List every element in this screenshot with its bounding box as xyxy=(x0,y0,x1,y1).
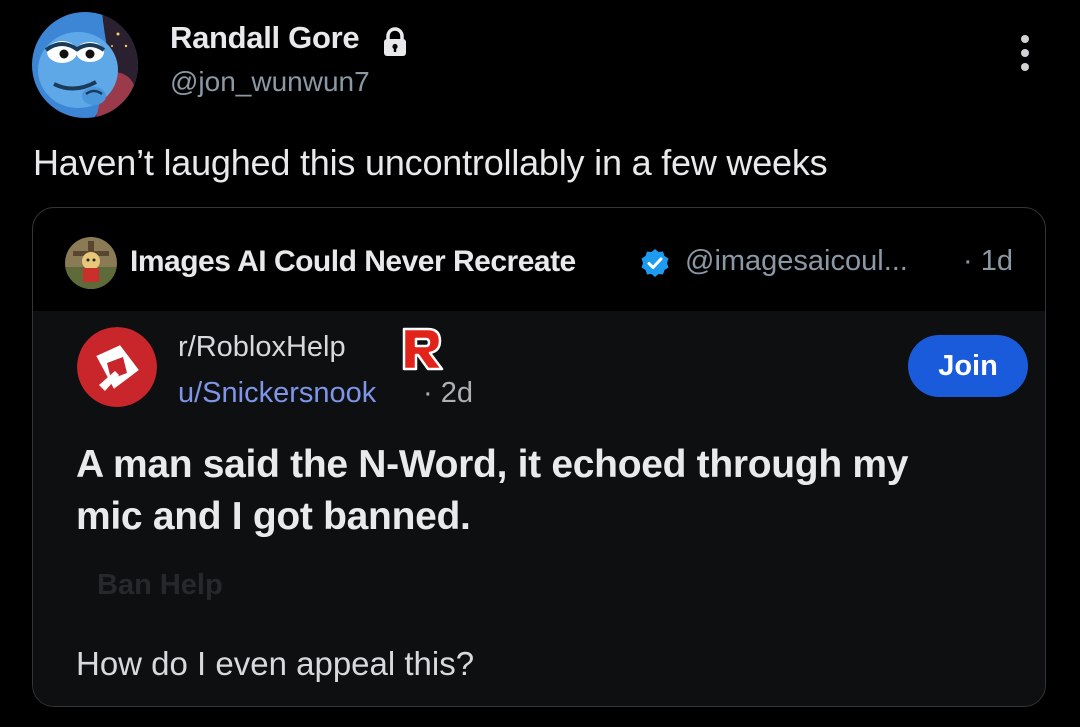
reddit-username: u/Snickersnook xyxy=(178,377,377,409)
post-flair: Ban Help xyxy=(97,569,223,601)
quote-author-handle[interactable]: @imagesaicoul... xyxy=(685,245,908,278)
author-handle[interactable]: @jon_wunwun7 xyxy=(170,66,370,98)
verified-badge-icon xyxy=(641,249,669,277)
more-vertical-icon[interactable] xyxy=(1010,32,1040,74)
reddit-post-time: · 2d xyxy=(423,377,473,409)
author-avatar[interactable] xyxy=(32,12,138,118)
reddit-post-title: A man said the N-Word, it echoed through… xyxy=(76,443,909,538)
subreddit-name: r/RobloxHelp xyxy=(178,331,346,363)
tweet-text: Haven’t laughed this uncontrollably in a… xyxy=(33,142,828,183)
author-display-name[interactable]: Randall Gore xyxy=(170,20,360,56)
join-button: Join xyxy=(908,335,1028,397)
reddit-post-screenshot: r/RobloxHelp u/Snickersnook · 2d Join A … xyxy=(33,311,1045,706)
quote-timestamp[interactable]: · 1d xyxy=(963,245,1013,278)
subreddit-icon xyxy=(77,327,157,407)
lock-icon xyxy=(384,27,406,56)
quote-author-name[interactable]: Images AI Could Never Recreate xyxy=(130,245,576,279)
reddit-post-body: How do I even appeal this? xyxy=(76,645,475,682)
roblox-logo-icon xyxy=(402,327,444,371)
quote-author-avatar[interactable] xyxy=(65,237,117,289)
quoted-tweet-card[interactable]: Images AI Could Never Recreate @imagesai… xyxy=(32,207,1046,707)
